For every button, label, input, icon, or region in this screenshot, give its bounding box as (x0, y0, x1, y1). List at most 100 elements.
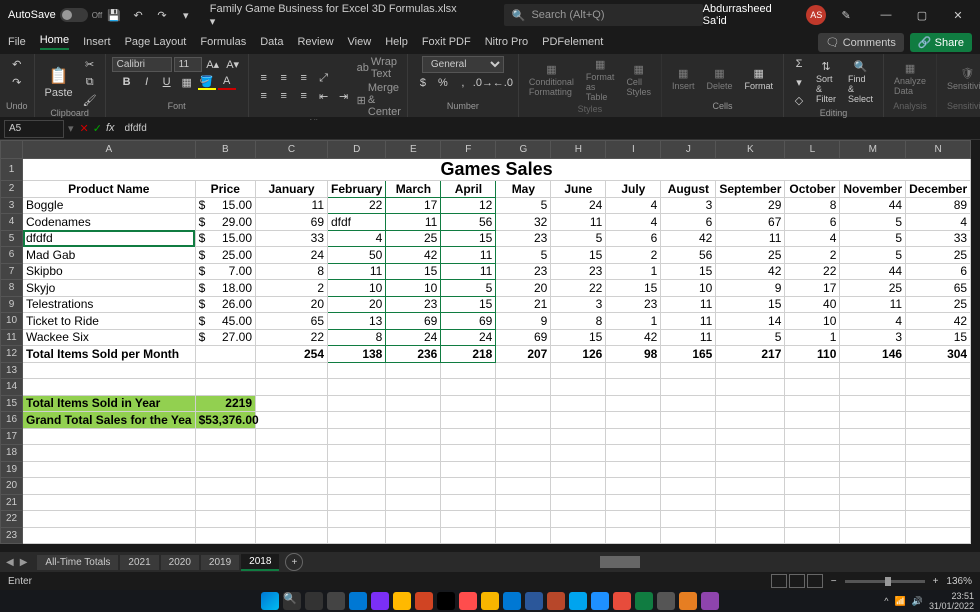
formula-input[interactable] (121, 120, 980, 138)
align-bottom-icon[interactable]: ≡ (295, 70, 313, 86)
cell-value[interactable]: 2 (256, 280, 328, 297)
cell-value[interactable]: 1 (606, 313, 661, 330)
autosum-icon[interactable]: Σ (790, 56, 808, 72)
taskbar-app-icon[interactable] (481, 592, 499, 610)
cell-value[interactable]: 25 (386, 230, 441, 247)
cell-value[interactable]: 15 (551, 329, 606, 346)
cell-value[interactable]: 10 (386, 280, 441, 297)
cell-price[interactable]: $25.00 (195, 247, 255, 264)
cell-value[interactable]: 20 (256, 296, 328, 313)
row-header[interactable]: 11 (1, 329, 23, 346)
cell-value[interactable]: 13 (328, 313, 386, 330)
cell-value[interactable]: 11 (441, 263, 496, 280)
row-header[interactable]: 22 (1, 511, 23, 528)
taskbar-app-icon[interactable] (613, 592, 631, 610)
taskbar-app-icon[interactable] (569, 592, 587, 610)
find-select-button[interactable]: 🔍Find & Select (844, 58, 877, 106)
cell-value[interactable]: 42 (661, 230, 716, 247)
align-top-icon[interactable]: ≡ (255, 70, 273, 86)
row-header[interactable]: 14 (1, 379, 23, 396)
column-header[interactable]: F (441, 141, 496, 159)
cell-value[interactable]: 1 (606, 263, 661, 280)
fill-color-button[interactable]: 🪣 (198, 74, 216, 90)
cell-value[interactable]: 4 (840, 313, 906, 330)
cell-value[interactable]: 1 (785, 329, 840, 346)
cell-value[interactable]: 23 (386, 296, 441, 313)
taskbar-app-icon[interactable] (679, 592, 697, 610)
cell-total[interactable]: 217 (716, 346, 785, 363)
cell-value[interactable]: 29 (716, 197, 785, 214)
taskbar-app-icon[interactable] (591, 592, 609, 610)
cell-value[interactable]: 11 (840, 296, 906, 313)
analyze-data-button[interactable]: ▦Analyze Data (890, 60, 930, 98)
taskbar-app-icon[interactable] (657, 592, 675, 610)
cell-value[interactable]: 22 (328, 197, 386, 214)
column-header[interactable]: B (195, 141, 255, 159)
cell-value[interactable]: 22 (256, 329, 328, 346)
accounting-icon[interactable]: $ (414, 75, 432, 91)
align-left-icon[interactable]: ≡ (255, 88, 273, 104)
summary-year-value[interactable]: 2219 (195, 395, 255, 412)
orientation-icon[interactable]: ⤢ (315, 70, 333, 86)
sort-filter-button[interactable]: ⇅Sort & Filter (812, 58, 840, 106)
column-header[interactable]: A (23, 141, 196, 159)
autosave-toggle[interactable]: AutoSave Off (8, 8, 102, 22)
cell-value[interactable]: 42 (606, 329, 661, 346)
underline-button[interactable]: U (158, 74, 176, 90)
format-cells-button[interactable]: ▦Format (740, 65, 777, 93)
cell-value[interactable]: 15 (661, 263, 716, 280)
cell-value[interactable]: 40 (785, 296, 840, 313)
sheet-tab[interactable]: 2021 (120, 555, 158, 570)
row-header[interactable]: 10 (1, 313, 23, 330)
row-header[interactable]: 16 (1, 412, 23, 429)
tab-file[interactable]: File (8, 36, 26, 48)
taskbar-app-icon[interactable] (415, 592, 433, 610)
cut-button[interactable]: ✂ (81, 56, 99, 72)
cell-value[interactable]: 69 (441, 313, 496, 330)
taskbar-app-icon[interactable] (327, 592, 345, 610)
cell-value[interactable]: 65 (256, 313, 328, 330)
cell-value[interactable]: 14 (716, 313, 785, 330)
system-tray[interactable]: ^ 📶 🔊 23:51 31/01/2022 (884, 591, 974, 611)
undo-button[interactable]: ↶ (8, 56, 26, 72)
totals-label[interactable]: Total Items Sold per Month (23, 346, 196, 363)
tab-pdfelement[interactable]: PDFelement (542, 36, 603, 48)
cell-value[interactable]: 17 (785, 280, 840, 297)
close-button[interactable]: ✕ (940, 1, 976, 29)
cell-value[interactable]: 2 (606, 247, 661, 264)
cell-price[interactable]: $15.00 (195, 197, 255, 214)
cell-value[interactable]: 10 (785, 313, 840, 330)
cell-value[interactable]: 5 (551, 230, 606, 247)
cell-price[interactable]: $15.00 (195, 230, 255, 247)
paste-button[interactable]: 📋Paste (41, 64, 77, 101)
name-box[interactable] (4, 120, 64, 138)
row-header[interactable]: 13 (1, 362, 23, 379)
cell-value[interactable]: 11 (716, 230, 785, 247)
cell-value[interactable]: 3 (661, 197, 716, 214)
column-header[interactable]: I (606, 141, 661, 159)
summary-total-value[interactable]: $53,376.00 (195, 412, 255, 429)
delete-cells-button[interactable]: ▦Delete (702, 65, 736, 93)
row-header[interactable]: 7 (1, 263, 23, 280)
cell-value[interactable]: 6 (785, 214, 840, 231)
cell-value[interactable]: 22 (785, 263, 840, 280)
page-layout-view-icon[interactable] (789, 574, 805, 588)
tab-page-layout[interactable]: Page Layout (125, 36, 187, 48)
font-name-select[interactable] (112, 57, 172, 72)
zoom-in-icon[interactable]: + (933, 576, 939, 587)
cell-value[interactable]: 5 (716, 329, 785, 346)
sheet-tab[interactable]: 2020 (161, 555, 199, 570)
cell-styles-button[interactable]: ▦Cell Styles (622, 61, 655, 99)
horizontal-scrollbar[interactable] (600, 556, 960, 568)
cell-total[interactable]: 98 (606, 346, 661, 363)
cell-product[interactable]: Skyjo (23, 280, 196, 297)
cell-value[interactable]: dfdf (328, 214, 386, 231)
cell-value[interactable]: 42 (906, 313, 971, 330)
column-header[interactable]: G (496, 141, 551, 159)
cell-value[interactable]: 44 (840, 263, 906, 280)
cell-value[interactable]: 15 (551, 247, 606, 264)
row-header[interactable]: 1 (1, 159, 23, 181)
tab-foxit[interactable]: Foxit PDF (422, 36, 471, 48)
cell-product[interactable]: Codenames (23, 214, 196, 231)
cell-total[interactable]: 218 (441, 346, 496, 363)
